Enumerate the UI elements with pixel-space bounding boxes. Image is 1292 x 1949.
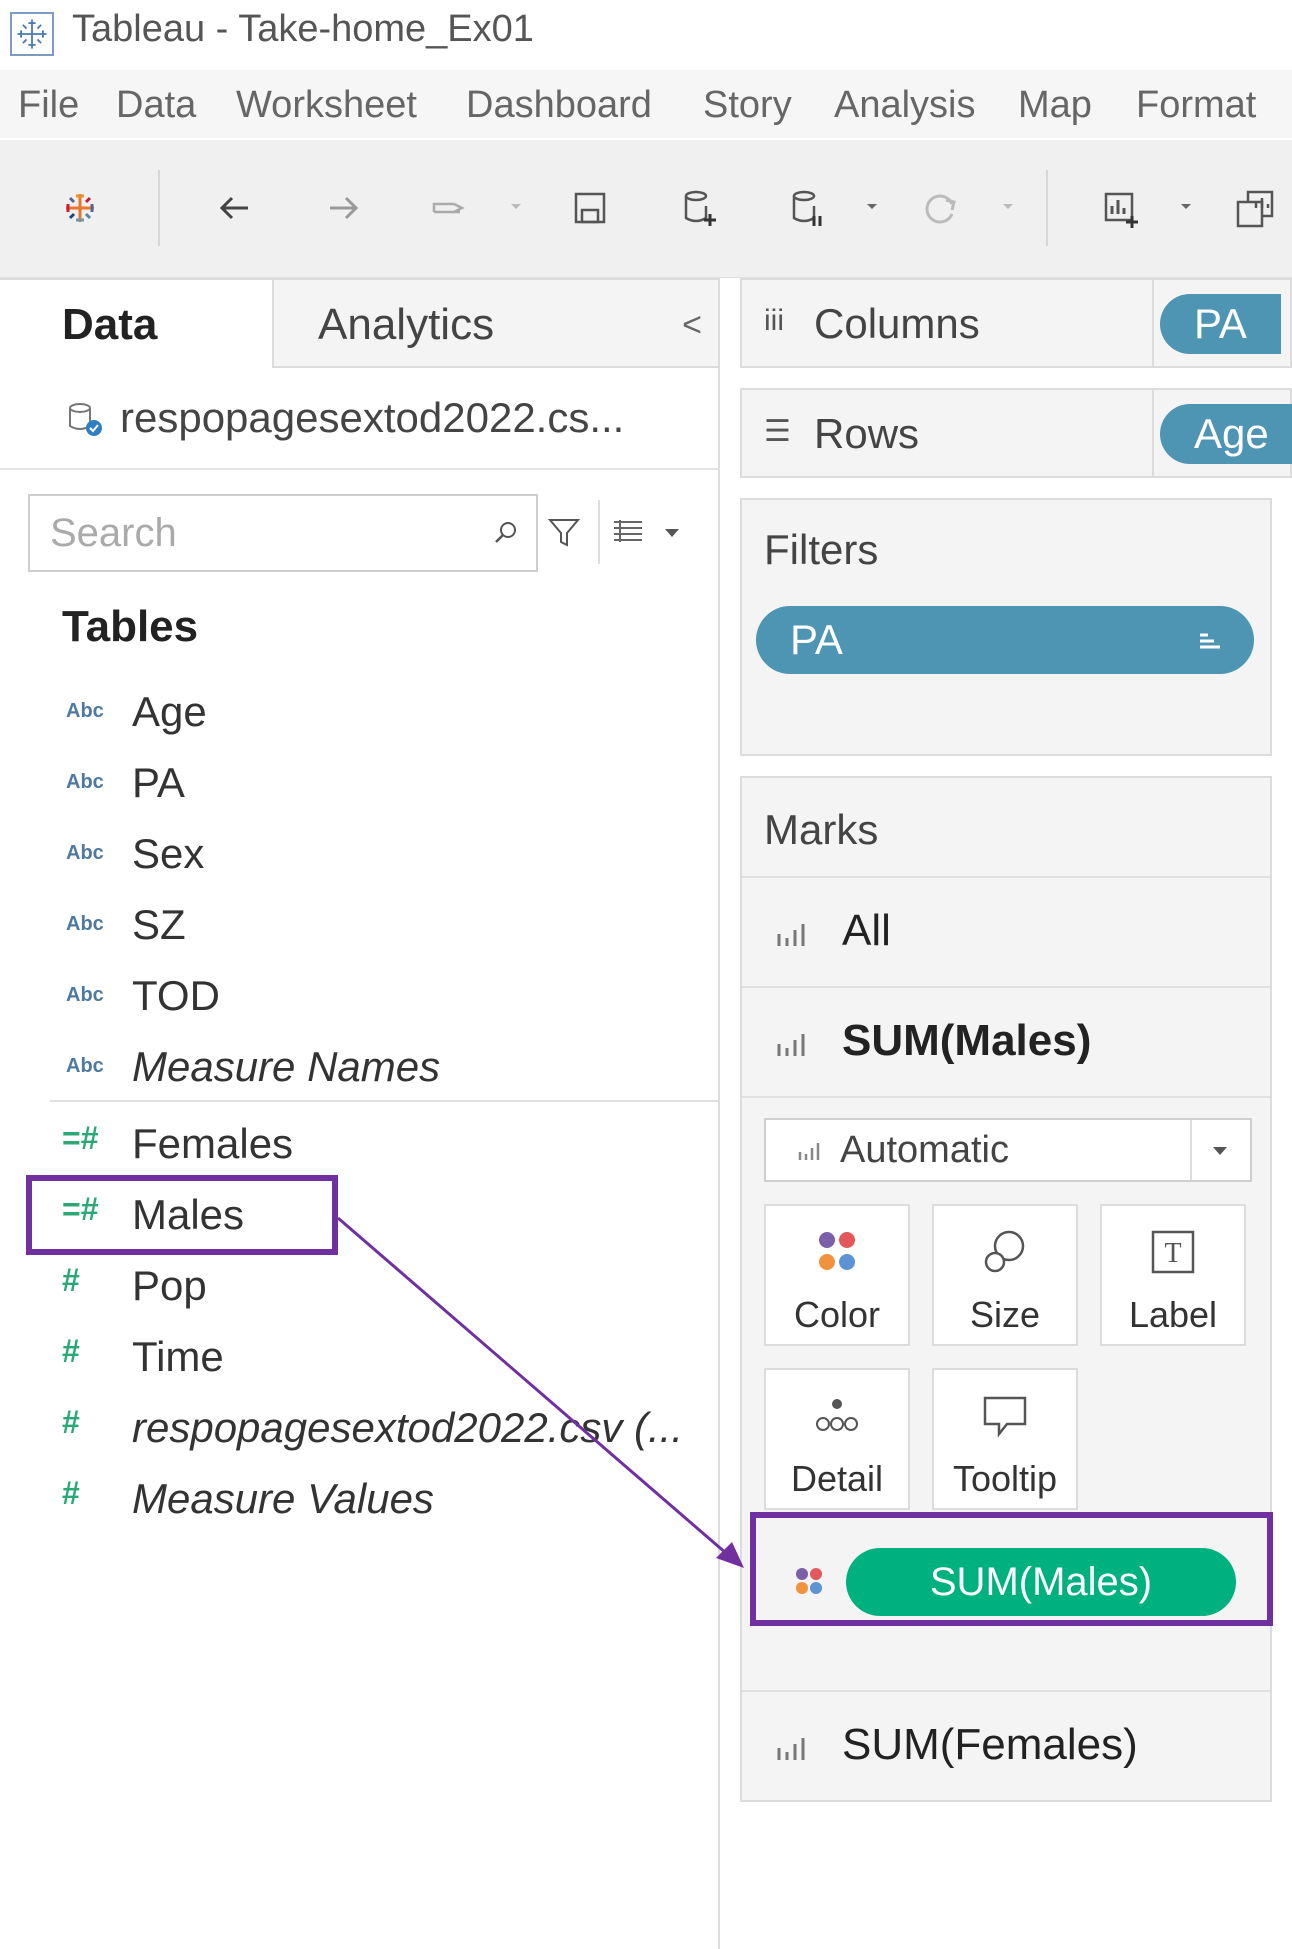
drag-arrow-icon xyxy=(337,1216,744,1568)
